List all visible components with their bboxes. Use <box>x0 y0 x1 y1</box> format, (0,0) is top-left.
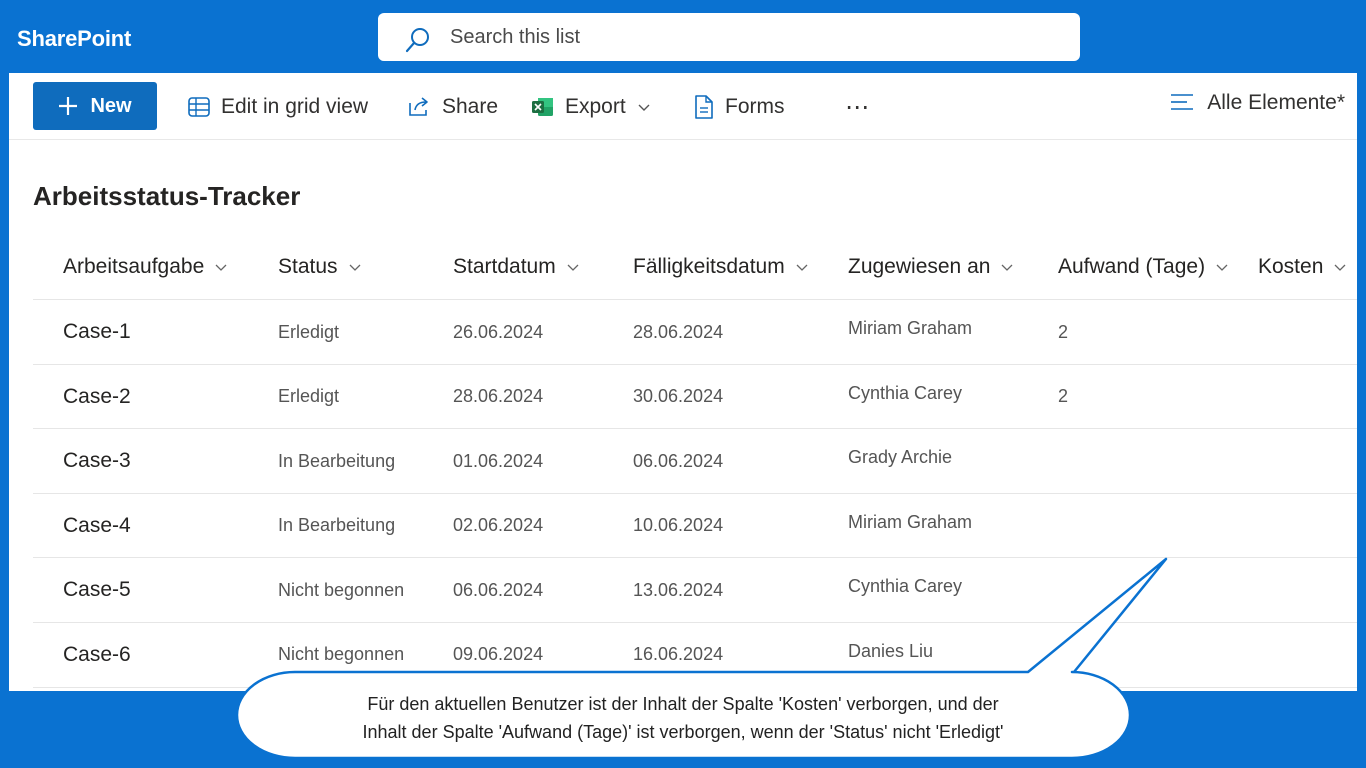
callout-line-2: Inhalt der Spalte 'Aufwand (Tage)' ist v… <box>362 722 1004 742</box>
callout-line-1: Für den aktuellen Benutzer ist der Inhal… <box>367 694 999 714</box>
callout-bubble <box>235 557 1168 760</box>
callout-text: Für den aktuellen Benutzer ist der Inhal… <box>300 690 1066 750</box>
